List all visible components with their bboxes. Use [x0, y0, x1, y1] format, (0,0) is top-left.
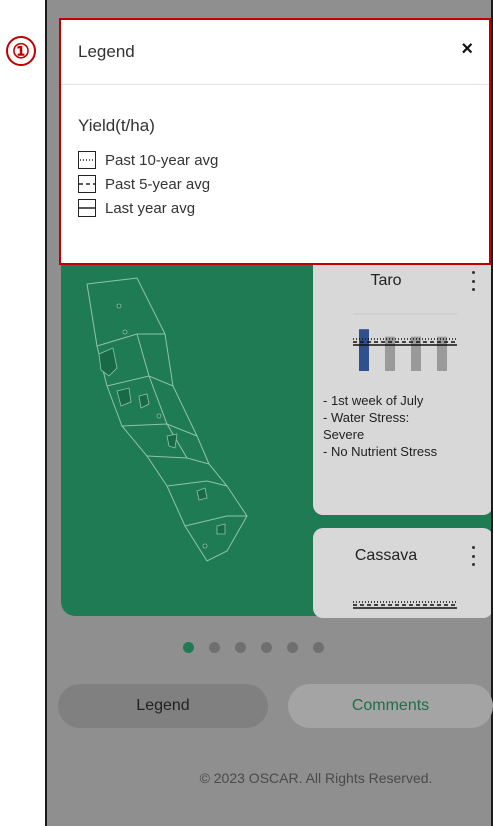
farm-map-card: Taro - 1st week of July - Water Stress: …	[61, 238, 491, 618]
legend-button[interactable]: Legend	[58, 684, 268, 728]
crop-card-taro[interactable]: Taro - 1st week of July - Water Stress: …	[313, 253, 491, 515]
crop-info: - 1st week of July - Water Stress: Sever…	[323, 392, 485, 460]
field-patches	[98, 303, 226, 549]
dotted-line-icon	[78, 151, 96, 169]
carousel-dot[interactable]	[183, 642, 194, 653]
legend-heading: Yield(t/ha)	[78, 116, 155, 135]
more-options-icon[interactable]	[467, 546, 479, 566]
info-line: Severe	[323, 427, 365, 442]
crop-card-cassava[interactable]: Cassava	[313, 528, 491, 618]
legend-item: Past 10-year avg	[78, 148, 218, 172]
footer-copyright: © 2023 OSCAR. All Rights Reserved.	[199, 770, 433, 786]
more-options-icon[interactable]	[467, 271, 479, 291]
dashed-line-icon	[78, 175, 96, 193]
step-marker: ①	[6, 36, 36, 66]
info-line: - 1st week of July	[323, 393, 424, 408]
carousel-indicator	[183, 642, 339, 653]
legend-item: Last year avg	[78, 196, 218, 220]
info-line: - No Nutrient Stress	[323, 444, 438, 459]
solid-line-icon	[78, 199, 96, 217]
yield-mini-chart	[353, 313, 457, 371]
carousel-dot[interactable]	[209, 642, 220, 653]
field-boundary	[86, 277, 248, 562]
carousel-dot[interactable]	[313, 642, 324, 653]
legend-item-label: Past 10-year avg	[105, 151, 219, 169]
modal-title: Legend	[78, 42, 135, 61]
legend-list: Past 10-year avg Past 5-year avg Last ye…	[78, 148, 218, 220]
crop-name: Cassava	[354, 547, 418, 564]
carousel-dot[interactable]	[235, 642, 246, 653]
info-line: - Water Stress:	[323, 410, 410, 425]
modal-header: Legend ×	[61, 20, 489, 85]
carousel-dot[interactable]	[261, 642, 272, 653]
yield-bar	[359, 329, 369, 371]
carousel-dot[interactable]	[287, 642, 298, 653]
comments-button[interactable]: Comments	[288, 684, 493, 728]
legend-item-label: Past 5-year avg	[105, 175, 211, 193]
close-icon[interactable]: ×	[461, 38, 473, 61]
crop-name: Taro	[370, 272, 402, 289]
farm-map[interactable]	[77, 276, 267, 566]
legend-modal: Legend × Yield(t/ha) Past 10-year avg Pa…	[59, 18, 491, 265]
yield-mini-chart	[353, 601, 457, 609]
legend-item: Past 5-year avg	[78, 172, 218, 196]
legend-item-label: Last year avg	[105, 199, 196, 217]
